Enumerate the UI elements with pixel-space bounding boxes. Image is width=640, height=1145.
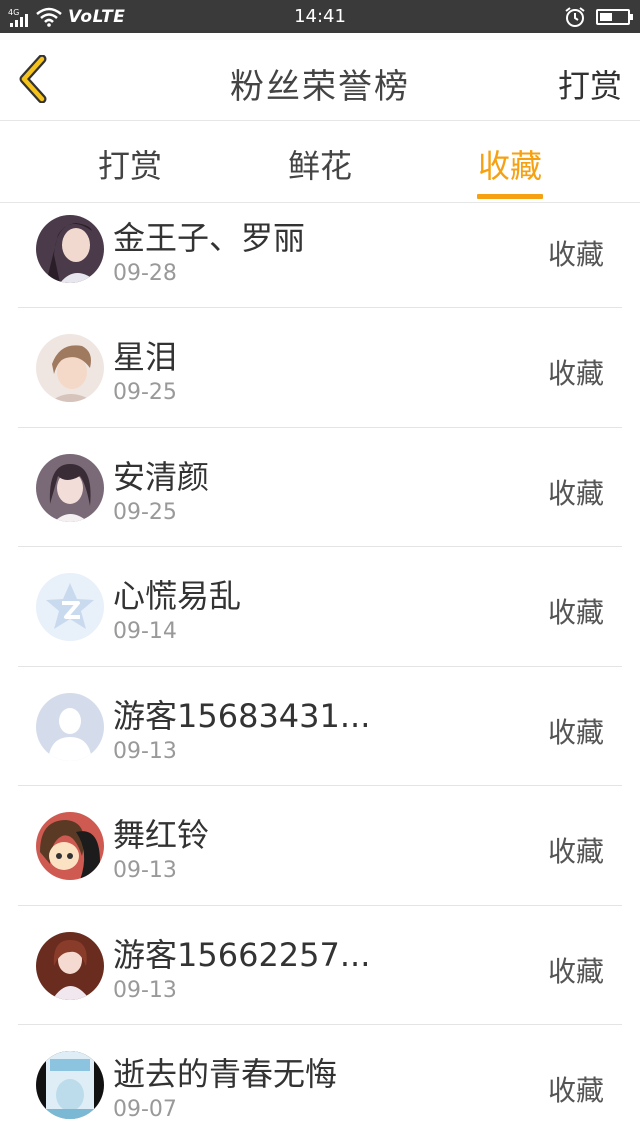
default-user-icon	[36, 692, 104, 761]
favorite-action-label: 收藏	[547, 1074, 604, 1107]
date-label: 09-07	[113, 1097, 177, 1122]
favorite-action-label: 收藏	[547, 476, 604, 510]
qzone-star-icon	[36, 573, 104, 641]
status-right	[564, 0, 633, 33]
date-label: 09-13	[113, 858, 177, 883]
tab-label: 打赏	[98, 147, 163, 185]
tab-bar: 打赏 鲜花 收藏	[0, 121, 640, 203]
fan-list: 金王子、罗丽 09-28 收藏 星泪 09-25 收藏 安清颜 09-25 收藏…	[0, 203, 640, 1145]
list-item[interactable]: 金王子、罗丽 09-28 收藏	[0, 203, 640, 308]
alarm-icon	[565, 6, 585, 27]
tab-label: 收藏	[477, 147, 542, 185]
list-item[interactable]: 星泪 09-25 收藏	[0, 308, 640, 428]
avatar	[36, 1051, 104, 1119]
favorite-action-label: 收藏	[547, 238, 604, 271]
user-name: 心慌易乱	[113, 577, 242, 615]
avatar	[36, 334, 104, 402]
avatar	[36, 215, 104, 283]
tab-favorites[interactable]: 收藏	[477, 141, 543, 201]
user-name: 舞红铃	[113, 816, 210, 854]
tip-button[interactable]: 打赏	[558, 61, 622, 107]
favorite-action-label: 收藏	[547, 596, 604, 629]
favorite-action-label: 收藏	[547, 835, 604, 868]
favorite-action-label: 收藏	[547, 954, 604, 988]
avatar	[36, 931, 104, 1000]
date-label: 09-25	[113, 499, 177, 525]
battery-icon	[596, 8, 633, 25]
date-label: 09-14	[113, 619, 177, 644]
avatar	[36, 453, 104, 522]
list-item[interactable]: 心慌易乱 09-14 收藏	[0, 547, 640, 667]
user-name: 游客15683431...	[113, 696, 371, 735]
list-item[interactable]: 舞红铃 09-13 收藏	[0, 786, 640, 906]
list-item[interactable]: 游客15662257... 09-13 收藏	[0, 906, 640, 1025]
user-name: 逝去的青春无悔	[113, 1055, 338, 1093]
user-name: 安清颜	[113, 457, 210, 496]
tab-tip[interactable]: 打赏	[98, 141, 162, 201]
page-title: 粉丝荣誉榜	[230, 67, 410, 107]
date-label: 09-28	[113, 261, 177, 286]
user-name: 金王子、罗丽	[113, 219, 306, 257]
date-label: 09-13	[113, 977, 177, 1003]
status-bar: 4G VoLTE 14:41	[0, 0, 640, 33]
list-item[interactable]: 安清颜 09-25 收藏	[0, 428, 640, 547]
favorite-action-label: 收藏	[547, 357, 604, 390]
tab-label: 鲜花	[288, 147, 353, 185]
date-label: 09-13	[113, 738, 177, 764]
date-label: 09-25	[113, 380, 177, 405]
navigation-header: 粉丝荣誉榜 打赏	[0, 33, 640, 121]
tab-flowers[interactable]: 鲜花	[288, 141, 352, 201]
list-item[interactable]: 逝去的青春无悔 09-07 收藏	[0, 1025, 640, 1145]
avatar	[36, 692, 104, 761]
active-tab-indicator	[477, 194, 543, 199]
avatar	[36, 812, 104, 880]
favorite-action-label: 收藏	[547, 715, 604, 749]
list-item[interactable]: 游客15683431... 09-13 收藏	[0, 667, 640, 786]
user-name: 星泪	[113, 338, 178, 376]
status-time: 14:41	[294, 6, 346, 27]
user-name: 游客15662257...	[113, 935, 371, 974]
avatar	[36, 573, 104, 641]
